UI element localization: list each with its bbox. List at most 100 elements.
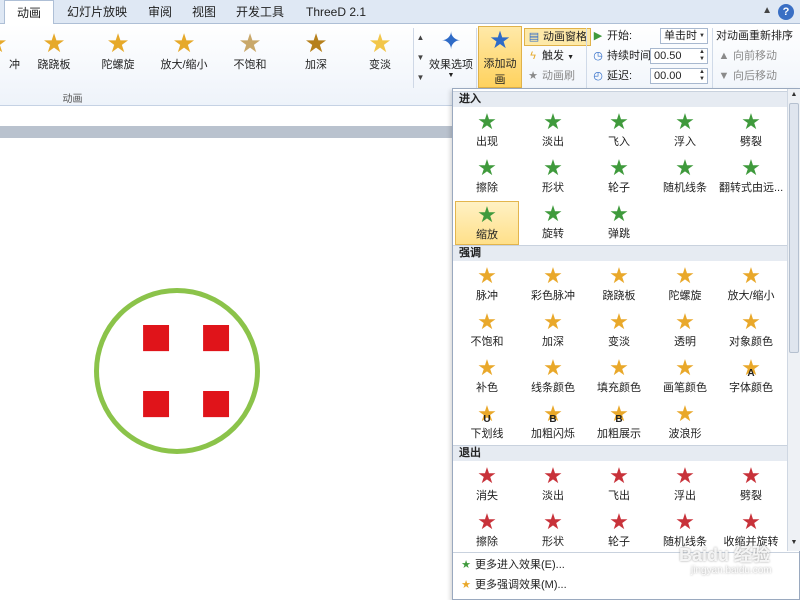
entrance-effect-item[interactable]: ★ 形状 [521, 155, 585, 199]
star-grow-icon: ★ [172, 28, 196, 58]
tab-review[interactable]: 审阅 [140, 0, 180, 24]
entrance-effect-item[interactable]: ★ 飞入 [587, 109, 651, 153]
exit-star-icon: ★ [741, 463, 761, 488]
lightning-icon: ϟ [530, 50, 536, 62]
scroll-up-icon[interactable]: ▲ [788, 89, 800, 101]
tab-animations[interactable]: 动画 [4, 0, 54, 25]
effect-label: 轮子 [608, 536, 630, 548]
move-later-button[interactable]: ▼ 向后移动 [718, 68, 777, 84]
emphasis-effect-item[interactable]: ★ 对象颜色 [719, 309, 783, 353]
emphasis-effect-item[interactable]: ★ 变淡 [587, 309, 651, 353]
exit-effect-item[interactable]: ★ 擦除 [455, 509, 519, 553]
duration-input[interactable]: 00.50 ▲ ▼ [650, 48, 708, 64]
entrance-effect-item[interactable]: ★ 旋转 [521, 201, 585, 245]
emphasis-effect-item[interactable]: ★ 补色 [455, 355, 519, 399]
effect-label: 放大/缩小 [727, 290, 775, 302]
exit-effect-item[interactable]: ★ 消失 [455, 463, 519, 507]
emphasis-star-icon: ★ B [521, 401, 585, 427]
entrance-effect-item[interactable]: ★ 淡出 [521, 109, 585, 153]
exit-star-icon: ★ [543, 463, 563, 488]
trigger-button[interactable]: ϟ 触发 ▼ [527, 48, 574, 66]
scroll-down-icon[interactable]: ▼ [788, 537, 800, 549]
entrance-effect-item[interactable]: ★ 弹跳 [587, 201, 651, 245]
emphasis-effect-item[interactable]: ★ 彩色脉冲 [521, 263, 585, 307]
duration-spinner[interactable]: ▲ ▼ [697, 49, 707, 63]
anim-darken-button[interactable]: ★ 加深 [284, 28, 348, 76]
emphasis-effect-item[interactable]: ★ B 加粗闪烁 [521, 401, 585, 445]
delay-input[interactable]: 00.00 ▲ ▼ [650, 68, 708, 84]
emphasis-effect-item[interactable]: ★ 放大/缩小 [719, 263, 783, 307]
emphasis-effect-item[interactable]: ★ 画笔颜色 [653, 355, 717, 399]
entrance-effect-item[interactable]: ★ 浮入 [653, 109, 717, 153]
emphasis-effect-item[interactable]: ★ 脉冲 [455, 263, 519, 307]
emphasis-star-icon: ★ [741, 263, 761, 288]
gallery-scroll-down-icon[interactable]: ▼ [414, 48, 427, 68]
emphasis-star-icon: ★ [477, 355, 497, 380]
add-animation-button[interactable]: ★ 添加动画 ▼ [478, 26, 522, 94]
entrance-effect-item[interactable]: ★ 翻转式由远... [719, 155, 783, 199]
dropdown-scrollbar[interactable]: ▲ ▼ [787, 89, 800, 551]
delay-spinner[interactable]: ▲ ▼ [697, 69, 707, 83]
more-emphasis-effects-item[interactable]: ★ 更多强调效果(M)... [457, 576, 787, 594]
exit-effect-item[interactable]: ★ 淡出 [521, 463, 585, 507]
emphasis-effect-item[interactable]: ★ 透明 [653, 309, 717, 353]
emphasis-effect-item[interactable]: ★ B 加粗展示 [587, 401, 651, 445]
emphasis-effect-item[interactable]: ★ 陀螺旋 [653, 263, 717, 307]
entrance-effect-item[interactable]: ★ 出现 [455, 109, 519, 153]
ribbon-tab-bar: 动画 幻灯片放映 审阅 视图 开发工具 ThreeD 2.1 ▲ ? [0, 0, 800, 25]
anim-spin-button[interactable]: ★ 陀螺旋 [86, 28, 150, 76]
start-dropdown[interactable]: 单击时 ▼ [660, 28, 708, 44]
tab-threed[interactable]: ThreeD 2.1 [296, 0, 376, 24]
emphasis-effect-item[interactable]: ★ 线条颜色 [521, 355, 585, 399]
effect-options-button[interactable]: ✦ 效果选项 ▼ [428, 28, 474, 79]
entrance-effect-item[interactable]: ★ 擦除 [455, 155, 519, 199]
animation-pane-button[interactable]: ▤ 动画窗格 [524, 28, 591, 46]
anim-grow-shrink-button[interactable]: ★ 放大/缩小 [152, 28, 216, 76]
exit-effect-item[interactable]: ★ 轮子 [587, 509, 651, 553]
exit-star-icon: ★ [675, 509, 695, 534]
seal-stamp[interactable]: ■ ■ ■ ■ [94, 288, 260, 454]
tab-developer[interactable]: 开发工具 [228, 0, 292, 24]
exit-effect-item[interactable]: ★ 飞出 [587, 463, 651, 507]
help-icon[interactable]: ? [778, 4, 794, 20]
minimize-ribbon-icon[interactable]: ▲ [762, 5, 772, 16]
tab-slide-show[interactable]: 幻灯片放映 [58, 0, 136, 24]
anim-desaturate-button[interactable]: ★ 不饱和 [218, 28, 282, 76]
anim-lighten-button[interactable]: ★ 变淡 [348, 28, 412, 76]
emphasis-effect-item[interactable]: ★ 填充颜色 [587, 355, 651, 399]
emphasis-star-icon: ★ [675, 401, 695, 426]
effect-label: 轮子 [608, 182, 630, 194]
gallery-scroll-up-icon[interactable]: ▲ [414, 28, 427, 48]
add-animation-dropdown: 进入 ★ 出现 ★ 淡出 ★ 飞入 ★ 浮入 ★ 劈裂 ★ 擦除 ★ 形状 ★ 轮子 ★ 随机线条 ★ 翻转式由远..… [452, 88, 800, 600]
exit-effect-item[interactable]: ★ 劈裂 [719, 463, 783, 507]
entrance-effect-item[interactable]: ★ 缩放 [455, 201, 519, 245]
delay-label: ◴ 延迟: [593, 70, 633, 82]
emphasis-star-icon: ★ [543, 355, 563, 380]
slide-canvas[interactable]: ■ ■ ■ ■ [0, 138, 452, 600]
exit-effect-item[interactable]: ★ 浮出 [653, 463, 717, 507]
start-label: ▶ 开始: [593, 30, 633, 42]
emphasis-effect-item[interactable]: ★ 不饱和 [455, 309, 519, 353]
emphasis-effect-item[interactable]: ★ 加深 [521, 309, 585, 353]
entrance-effect-item[interactable]: ★ 劈裂 [719, 109, 783, 153]
animation-painter-button[interactable]: ★ 动画刷 [527, 68, 575, 84]
star-darken-icon: ★ [304, 28, 328, 58]
scroll-thumb[interactable] [789, 103, 799, 353]
move-earlier-button[interactable]: ▲ 向前移动 [718, 48, 777, 64]
slide-edge [0, 126, 452, 138]
seal-glyph-1: ■ [139, 316, 173, 356]
emphasis-effect-item[interactable]: ★ U 下划线 [455, 401, 519, 445]
emphasis-star-icon: ★ [675, 355, 695, 380]
emphasis-effect-item[interactable]: ★ A 字体颜色 [719, 355, 783, 399]
anim-teeter-button[interactable]: ★ 跷跷板 [22, 28, 86, 76]
chevron-down-icon[interactable]: ▼ [697, 29, 707, 43]
emphasis-effect-item[interactable]: ★ 波浪形 [653, 401, 717, 445]
entrance-effect-item[interactable]: ★ 随机线条 [653, 155, 717, 199]
entrance-effect-item[interactable]: ★ 轮子 [587, 155, 651, 199]
emphasis-star-icon: ★ B [587, 401, 651, 427]
emphasis-effect-item[interactable]: ★ 跷跷板 [587, 263, 651, 307]
effect-label: 出现 [476, 136, 498, 148]
tab-view[interactable]: 视图 [184, 0, 224, 24]
gallery-more-icon[interactable]: ▼ [414, 68, 427, 88]
exit-effect-item[interactable]: ★ 形状 [521, 509, 585, 553]
